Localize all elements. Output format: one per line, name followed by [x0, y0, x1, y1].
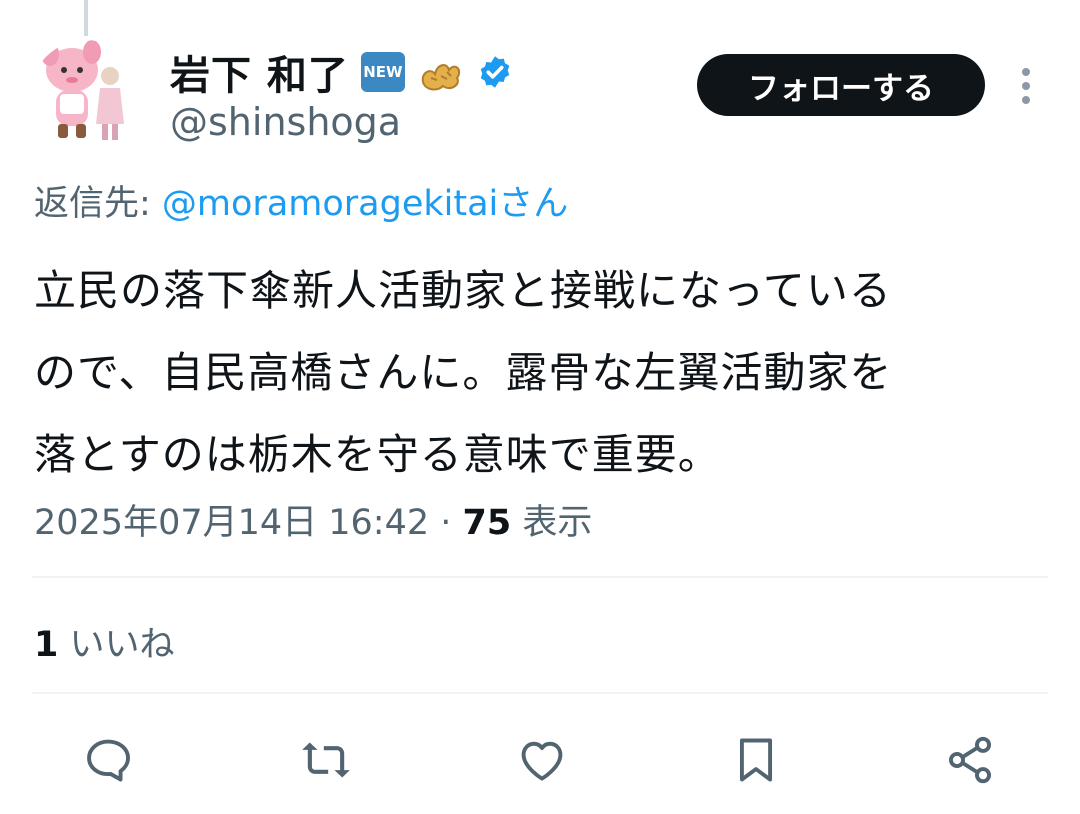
timestamp[interactable]: 2025年07月14日 16:42 [34, 503, 429, 543]
retweet-button[interactable] [298, 732, 354, 788]
meta-separator: · [429, 503, 463, 543]
views-label: 表示 [511, 503, 593, 543]
reply-to-line: 返信先: @moramoragekitaiさん [34, 175, 568, 226]
bookmark-icon [739, 738, 773, 782]
divider [32, 692, 1048, 694]
thread-line [84, 0, 88, 36]
new-emoji-icon: NEW [360, 52, 405, 92]
share-button[interactable] [942, 732, 998, 788]
tweet-meta: 2025年07月14日 16:42 · 75 表示 [34, 494, 592, 545]
bookmark-button[interactable] [728, 732, 784, 788]
avatar-image [41, 40, 124, 140]
heart-icon [521, 741, 563, 781]
retweet-icon [302, 742, 350, 778]
reply-to-handle[interactable]: @moramoragekitai [162, 184, 498, 224]
likes-label[interactable]: いいね [58, 625, 174, 665]
reply-to-prefix: 返信先: [34, 184, 162, 224]
author-handle[interactable]: @shinshoga [170, 100, 401, 144]
reply-button[interactable] [80, 732, 136, 788]
verified-badge-icon[interactable] [477, 54, 513, 90]
author-name-row[interactable]: 岩下 和了 NEW [170, 44, 513, 100]
ginger-emoji-icon [421, 64, 461, 91]
reply-icon [87, 739, 130, 782]
more-vertical-icon[interactable] [1012, 64, 1040, 108]
views-count: 75 [462, 503, 512, 543]
tweet-text-line: ので、自民高橋さんに。露骨な左翼活動家を [34, 348, 893, 397]
reply-to-suffix[interactable]: さん [498, 184, 568, 224]
like-button[interactable] [514, 732, 570, 788]
follow-button[interactable]: フォローする [697, 54, 985, 116]
likes-count[interactable]: 1 [34, 625, 58, 665]
divider [32, 576, 1048, 578]
display-name[interactable]: 岩下 和了 [170, 43, 349, 101]
tweet-text-line: 落とすのは栃木を守る意味で重要。 [34, 430, 721, 479]
avatar[interactable] [30, 40, 142, 152]
tweet-text: 立民の落下傘新人活動家と接戦になっている ので、自民高橋さんに。露骨な左翼活動家… [34, 250, 1044, 496]
reply-to-mention[interactable]: @moramoragekitaiさん [162, 184, 568, 224]
share-icon [948, 736, 992, 784]
tweet-text-line: 立民の落下傘新人活動家と接戦になっている [34, 266, 892, 315]
likes-summary[interactable]: 1 いいね [34, 616, 175, 667]
